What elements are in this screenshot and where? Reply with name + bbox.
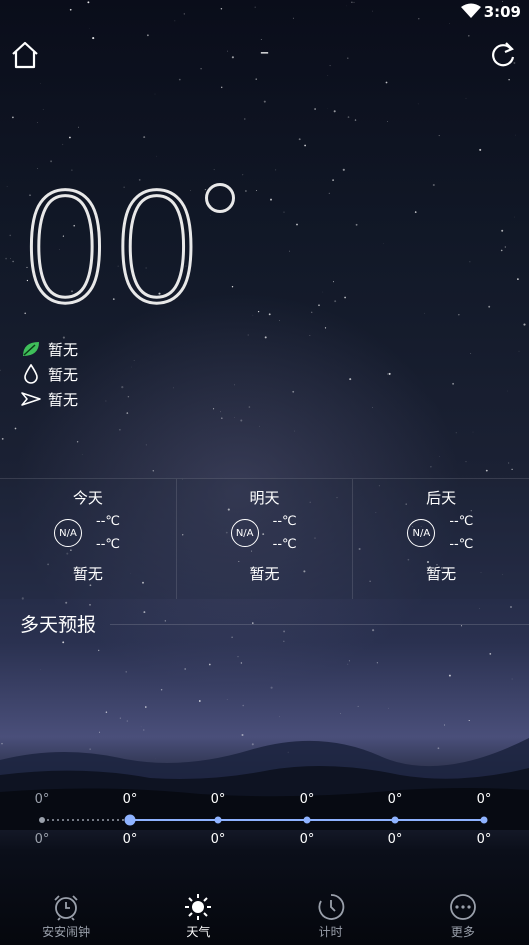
temp-low: --℃: [449, 537, 474, 552]
trend-low-label: 0°: [210, 832, 226, 847]
trend-high-label: 0°: [210, 792, 226, 807]
weather-na-icon: N/A: [407, 519, 436, 547]
status-bar: 3:09: [0, 0, 529, 24]
nav-label: 安安闹钟: [42, 925, 91, 939]
trend-high-label: 0°: [122, 792, 138, 807]
temp-high: --℃: [272, 514, 297, 529]
trend-low-label: 0°: [299, 832, 315, 847]
nav-label: 计时: [318, 925, 343, 939]
bottom-nav: 安安闹钟 天气 计时 更多: [0, 885, 529, 945]
wind-icon: [20, 388, 42, 410]
trend-line: [39, 814, 488, 826]
nav-label: 更多: [450, 925, 475, 939]
trend-low-label: 0°: [476, 832, 492, 847]
day-condition: 暂无: [72, 565, 103, 583]
weather-na-icon: N/A: [54, 519, 82, 547]
current-temperature: 00: [17, 163, 207, 337]
wind-row: 暂无: [20, 387, 78, 411]
trend-low-label: 0°: [387, 832, 403, 847]
nav-more[interactable]: 更多: [397, 885, 529, 945]
timer-icon: [318, 894, 344, 920]
humidity-row: 暂无: [20, 362, 78, 386]
multi-day-trend: 0° 0° 0° 0° 0° 0° 0° 0° 0° 0° 0° 0°: [0, 790, 529, 850]
three-day-forecast: 今天 N/A --℃ --℃ 暂无 明天 N/A --℃ --℃ 暂无 后天 N…: [0, 478, 529, 599]
nav-weather[interactable]: 天气: [132, 885, 264, 945]
air-quality-row: 暂无: [20, 337, 78, 361]
city-name: –: [260, 42, 269, 63]
trend-high-label: 0°: [476, 792, 492, 807]
leaf-icon: [20, 338, 42, 360]
air-quality-text: 暂无: [48, 340, 79, 359]
degree-symbol: [205, 183, 235, 213]
day-card-tomorrow: 明天 N/A --℃ --℃ 暂无: [177, 479, 354, 599]
multi-day-title: 多天预报: [20, 614, 97, 636]
more-icon: [449, 894, 476, 920]
day-condition: 暂无: [426, 565, 457, 583]
temp-high: --℃: [449, 514, 474, 529]
temp-high: --℃: [96, 514, 120, 529]
refresh-icon[interactable]: [489, 40, 517, 70]
day-condition: 暂无: [249, 565, 280, 583]
wifi-icon: [461, 3, 481, 18]
trend-high-label: 0°: [34, 792, 50, 807]
day-card-today: 今天 N/A --℃ --℃ 暂无: [0, 479, 177, 599]
temp-low: --℃: [96, 537, 120, 552]
top-bar: –: [0, 36, 529, 76]
temp-low: --℃: [272, 537, 297, 552]
humidity-text: 暂无: [48, 365, 79, 384]
day-card-after-tomorrow: 后天 N/A --℃ --℃ 暂无: [353, 479, 529, 599]
status-time: 3:09: [483, 3, 521, 21]
nav-alarm[interactable]: 安安闹钟: [0, 885, 132, 945]
drop-icon: [20, 363, 42, 385]
alarm-clock-icon: [54, 895, 78, 921]
nav-timer[interactable]: 计时: [265, 885, 397, 945]
section-divider: [110, 624, 529, 625]
trend-high-label: 0°: [299, 792, 315, 807]
trend-low-label: 0°: [122, 832, 138, 847]
trend-low-label: 0°: [34, 832, 50, 847]
day-name: 明天: [249, 489, 280, 507]
weather-na-icon: N/A: [230, 519, 259, 547]
day-name: 后天: [426, 489, 457, 507]
sun-icon: [185, 894, 212, 920]
nav-label: 天气: [186, 925, 211, 939]
trend-high-label: 0°: [387, 792, 403, 807]
day-name: 今天: [72, 489, 103, 507]
wind-text: 暂无: [48, 390, 79, 409]
